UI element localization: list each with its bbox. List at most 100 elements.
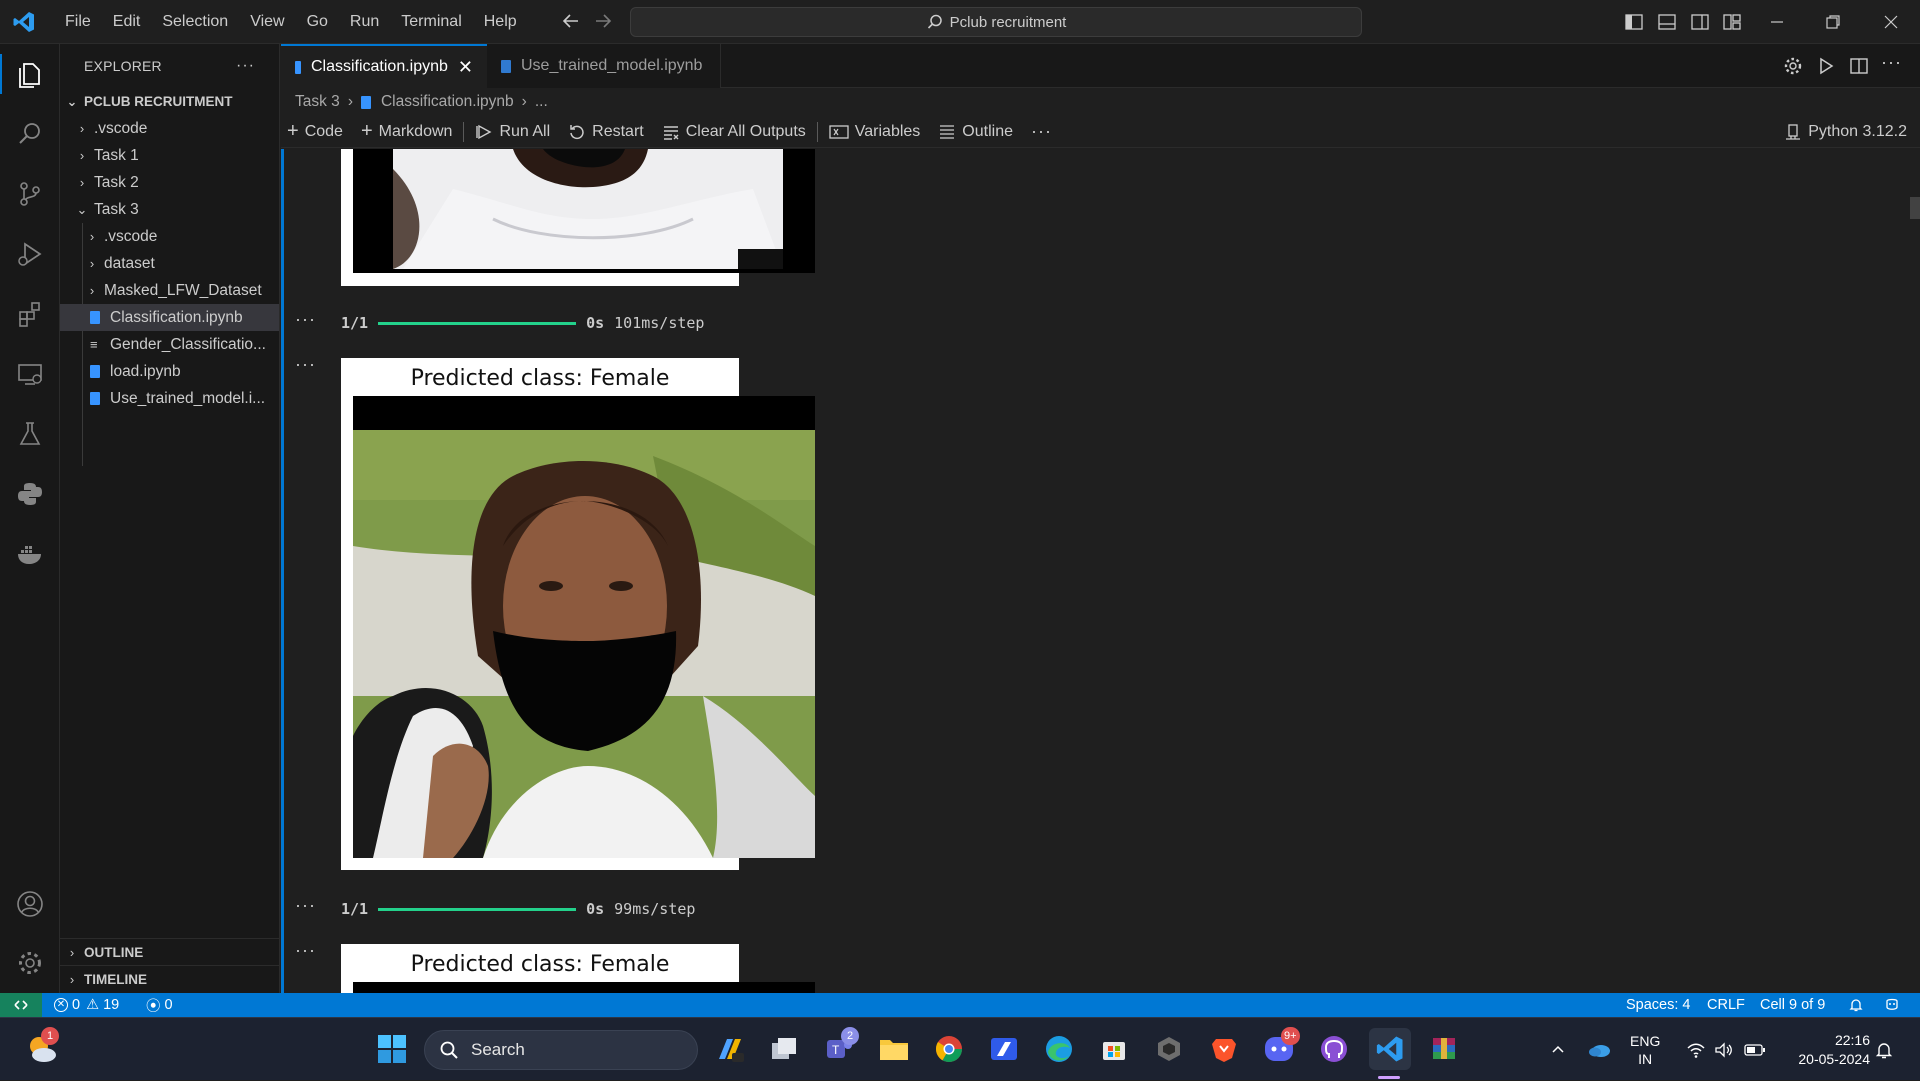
- tree-item-load-ipynb[interactable]: load.ipynb: [60, 358, 279, 385]
- minimize-icon[interactable]: [1760, 0, 1794, 44]
- variables-button[interactable]: Variables: [820, 116, 930, 148]
- output-menu-icon[interactable]: ···: [295, 895, 316, 916]
- source-control-icon[interactable]: [0, 164, 60, 224]
- indentation-indicator[interactable]: Spaces: 4: [1626, 993, 1691, 1017]
- notification-center-bell-icon[interactable]: [1874, 1018, 1894, 1081]
- output-menu-icon[interactable]: ···: [295, 354, 316, 375]
- breadcrumb-more[interactable]: ...: [535, 93, 548, 111]
- menu-terminal[interactable]: Terminal: [390, 0, 472, 44]
- vscode-taskbar-icon[interactable]: [1369, 1028, 1411, 1070]
- copilot-app-icon[interactable]: [711, 1031, 747, 1067]
- tree-item-vscode[interactable]: › .vscode: [60, 115, 279, 142]
- chrome-icon[interactable]: [931, 1031, 967, 1067]
- volume-icon[interactable]: [1714, 1018, 1734, 1081]
- menu-help[interactable]: Help: [473, 0, 528, 44]
- ports-indicator[interactable]: ⦿ 0: [146, 993, 173, 1017]
- tree-item-masked-lfw-dataset[interactable]: › Masked_LFW_Dataset: [60, 277, 279, 304]
- close-window-icon[interactable]: [1874, 0, 1908, 44]
- edge-icon[interactable]: [1041, 1031, 1077, 1067]
- run-notebook-icon[interactable]: [1815, 55, 1837, 82]
- outline-section[interactable]: › OUTLINE: [60, 938, 279, 965]
- restart-button[interactable]: Restart: [559, 116, 653, 148]
- remote-indicator[interactable]: [0, 993, 42, 1017]
- wifi-icon[interactable]: [1686, 1018, 1706, 1081]
- tree-item-task3-vscode[interactable]: › .vscode: [60, 223, 279, 250]
- command-center-search[interactable]: Pclub recruitment: [630, 7, 1362, 37]
- forward-arrow-icon[interactable]: [592, 10, 614, 37]
- scrollbar-thumb[interactable]: [1910, 197, 1920, 219]
- timeline-section[interactable]: › TIMELINE: [60, 965, 279, 992]
- tab-use-trained-model[interactable]: Use_trained_model.ipynb: [487, 44, 721, 88]
- docker-icon[interactable]: [0, 524, 60, 584]
- extensions-icon[interactable]: [0, 284, 60, 344]
- remote-explorer-icon[interactable]: [0, 344, 60, 404]
- split-editor-icon[interactable]: [1848, 55, 1870, 82]
- menu-view[interactable]: View: [239, 0, 295, 44]
- winrar-icon[interactable]: [1426, 1031, 1462, 1067]
- notebook-settings-gear-icon[interactable]: [1782, 55, 1804, 82]
- unity-hub-icon[interactable]: [1151, 1031, 1187, 1067]
- microsoft-store-icon[interactable]: [1096, 1031, 1132, 1067]
- clear-all-outputs-button[interactable]: Clear All Outputs: [653, 116, 815, 148]
- notifications-bell-icon[interactable]: [1848, 993, 1864, 1017]
- onedrive-icon[interactable]: [1586, 1018, 1612, 1081]
- tab-classification-ipynb[interactable]: Classification.ipynb ✕: [281, 44, 487, 88]
- explorer-more-icon[interactable]: ···: [236, 57, 255, 75]
- teams-icon[interactable]: T 2: [821, 1027, 859, 1067]
- tree-item-classification-ipynb[interactable]: Classification.ipynb: [60, 304, 279, 331]
- manage-gear-icon[interactable]: [0, 933, 60, 993]
- toolbar-more-icon[interactable]: ···: [1022, 116, 1061, 148]
- kernel-picker[interactable]: Python 3.12.2: [1775, 116, 1916, 148]
- menu-selection[interactable]: Selection: [151, 0, 239, 44]
- weather-widget-icon[interactable]: 1: [24, 1027, 60, 1067]
- file-explorer-icon[interactable]: [876, 1031, 912, 1067]
- menu-run[interactable]: Run: [339, 0, 390, 44]
- toggle-primary-sidebar-icon[interactable]: [1622, 0, 1646, 44]
- taskbar-search-box[interactable]: Search: [424, 1030, 698, 1070]
- battery-icon[interactable]: [1744, 1018, 1766, 1081]
- start-button-icon[interactable]: [374, 1031, 410, 1067]
- copilot-icon[interactable]: [1884, 993, 1900, 1017]
- tree-item-task-1[interactable]: › Task 1: [60, 142, 279, 169]
- more-actions-icon[interactable]: ···: [1881, 52, 1902, 73]
- add-code-cell-button[interactable]: + Code: [281, 116, 352, 148]
- breadcrumb-file[interactable]: Classification.ipynb: [381, 93, 514, 111]
- tree-item-use-trained-model[interactable]: Use_trained_model.i...: [60, 385, 279, 412]
- accounts-icon[interactable]: [0, 874, 60, 934]
- explorer-icon[interactable]: [0, 44, 60, 104]
- search-icon[interactable]: [0, 104, 60, 164]
- run-debug-icon[interactable]: [0, 224, 60, 284]
- eol-indicator[interactable]: CRLF: [1707, 993, 1745, 1017]
- output-menu-icon[interactable]: ···: [295, 940, 316, 961]
- restore-icon[interactable]: [1816, 0, 1850, 44]
- output-menu-icon[interactable]: ···: [295, 309, 316, 330]
- menu-file[interactable]: File: [54, 0, 102, 44]
- show-hidden-icons-chevron-up-icon[interactable]: [1550, 1018, 1566, 1081]
- problems-indicator[interactable]: ✕ 0 ⚠ 19: [54, 993, 119, 1017]
- testing-icon[interactable]: [0, 404, 60, 464]
- breadcrumb-task3[interactable]: Task 3: [295, 93, 340, 111]
- back-arrow-icon[interactable]: [560, 10, 582, 37]
- task-view-icon[interactable]: [766, 1031, 802, 1067]
- tree-item-dataset[interactable]: › dataset: [60, 250, 279, 277]
- toggle-panel-icon[interactable]: [1655, 0, 1679, 44]
- discord-icon[interactable]: 9+: [1261, 1027, 1300, 1067]
- input-language[interactable]: ENG IN: [1630, 1018, 1660, 1081]
- brave-browser-icon[interactable]: [1206, 1031, 1242, 1067]
- run-all-button[interactable]: Run All: [466, 116, 559, 148]
- customize-layout-icon[interactable]: [1720, 0, 1744, 44]
- add-markdown-cell-button[interactable]: + Markdown: [352, 116, 462, 148]
- outline-button[interactable]: Outline: [929, 116, 1022, 148]
- menu-edit[interactable]: Edit: [102, 0, 152, 44]
- tree-item-task-3[interactable]: ⌄ Task 3: [60, 196, 279, 223]
- framer-app-icon[interactable]: [986, 1031, 1022, 1067]
- close-icon[interactable]: ✕: [458, 57, 473, 78]
- python-icon[interactable]: [0, 464, 60, 524]
- clock[interactable]: 22:16 20-05-2024: [1782, 1018, 1870, 1081]
- tree-item-gender-classification[interactable]: ≡ Gender_Classificatio...: [60, 331, 279, 358]
- toggle-secondary-sidebar-icon[interactable]: [1688, 0, 1712, 44]
- cell-indicator[interactable]: Cell 9 of 9: [1760, 993, 1825, 1017]
- tree-item-task-2[interactable]: › Task 2: [60, 169, 279, 196]
- workspace-root[interactable]: ⌄ PCLUB RECRUITMENT: [60, 88, 279, 115]
- github-desktop-icon[interactable]: [1316, 1031, 1352, 1067]
